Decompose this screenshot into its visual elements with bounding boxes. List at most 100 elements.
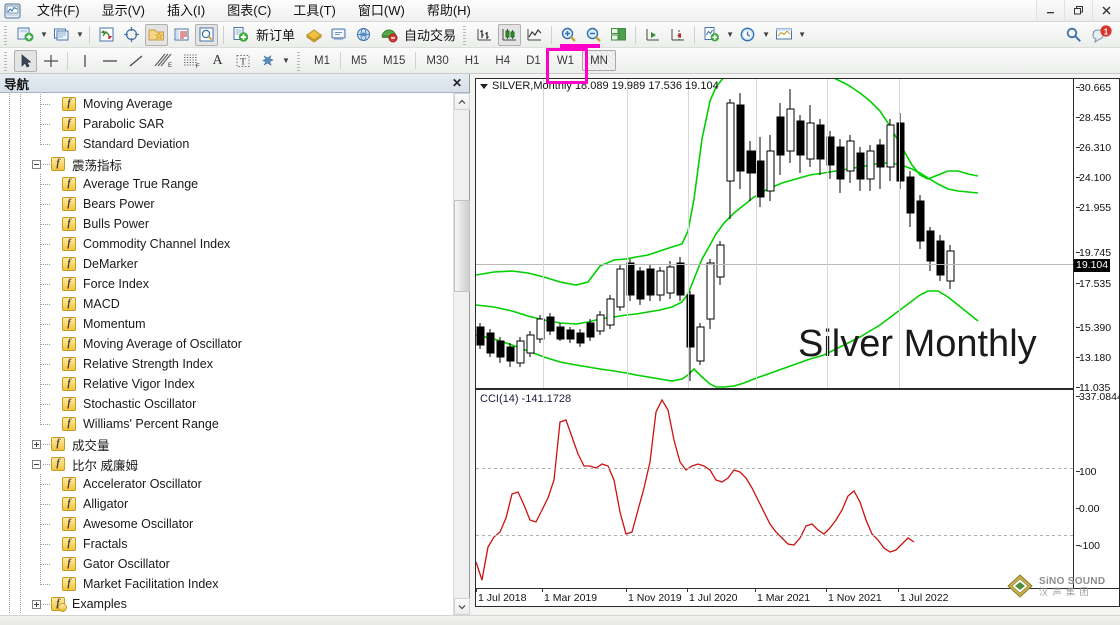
crosshair-icon[interactable]: [39, 50, 62, 72]
search-icon[interactable]: [1062, 24, 1086, 46]
trendline-icon[interactable]: [124, 50, 148, 72]
candlestick-chart-icon[interactable]: [498, 23, 522, 46]
nav-item-market-facilitation-index[interactable]: f Market Facilitation Index: [0, 574, 453, 594]
templates-icon[interactable]: [772, 24, 795, 46]
indicators-dropdown[interactable]: ▼: [724, 24, 735, 46]
strategy-tester-icon[interactable]: [195, 23, 218, 46]
timeframe-h1[interactable]: H1: [457, 50, 488, 71]
nav-item-awesome-oscillator[interactable]: f Awesome Oscillator: [0, 514, 453, 534]
toolbar-grip-3[interactable]: [3, 50, 10, 71]
nav-item-momentum[interactable]: f Momentum: [0, 314, 453, 334]
timeframe-m30[interactable]: M30: [418, 50, 456, 71]
timeframe-m1[interactable]: M1: [306, 50, 338, 71]
nav-item-moving-average[interactable]: f Moving Average: [0, 94, 453, 114]
periods-dropdown[interactable]: ▼: [760, 24, 771, 46]
menu-view[interactable]: 显示(V): [91, 1, 156, 21]
zoom-in-icon[interactable]: [557, 24, 580, 46]
pane-divider[interactable]: [476, 388, 1073, 390]
mql5-community-icon[interactable]: [352, 24, 375, 46]
nav-item-fractals[interactable]: f Fractals: [0, 534, 453, 554]
tree-collapse-toggle[interactable]: [32, 459, 41, 469]
navigator-close-icon[interactable]: ✕: [449, 76, 465, 91]
shapes-icon[interactable]: [256, 50, 279, 72]
horizontal-line-icon[interactable]: [98, 50, 122, 72]
nav-item-force-index[interactable]: f Force Index: [0, 274, 453, 294]
nav-item-stochastic-oscillator[interactable]: f Stochastic Oscillator: [0, 394, 453, 414]
menu-file[interactable]: 文件(F): [26, 1, 91, 21]
menu-insert[interactable]: 插入(I): [156, 1, 216, 21]
new-order-label[interactable]: 新订单: [256, 25, 295, 44]
menu-help[interactable]: 帮助(H): [416, 1, 482, 21]
minimize-button[interactable]: [1036, 0, 1064, 21]
auto-scroll-icon[interactable]: [641, 24, 664, 46]
timeframe-m5[interactable]: M5: [343, 50, 375, 71]
tile-windows-icon[interactable]: [607, 24, 630, 46]
autotrading-icon[interactable]: [377, 24, 400, 46]
profiles-icon[interactable]: [50, 24, 73, 46]
equidistant-channel-icon[interactable]: E: [150, 50, 176, 72]
timeframe-h4[interactable]: H4: [487, 50, 518, 71]
nav-item-moving-average-of-oscillator[interactable]: f Moving Average of Oscillator: [0, 334, 453, 354]
periods-icon[interactable]: [736, 24, 759, 46]
metaeditor-icon[interactable]: [302, 24, 325, 46]
toolbar-grip[interactable]: [3, 24, 10, 45]
navigator-icon[interactable]: [145, 23, 168, 46]
vertical-line-icon[interactable]: [73, 50, 96, 72]
terminal-icon[interactable]: [170, 24, 193, 46]
nav-item-relative-vigor-index[interactable]: f Relative Vigor Index: [0, 374, 453, 394]
timeframe-mn[interactable]: MN: [582, 50, 616, 71]
profiles-dropdown[interactable]: ▼: [74, 24, 85, 46]
close-button[interactable]: [1092, 0, 1120, 21]
scroll-up-button[interactable]: [454, 93, 470, 110]
price-axis[interactable]: 30.665 28.455 26.310 24.100 21.955 19.74…: [1073, 79, 1120, 606]
nav-item-average-true-range[interactable]: f Average True Range: [0, 174, 453, 194]
menu-window[interactable]: 窗口(W): [347, 1, 416, 21]
new-order-icon[interactable]: [229, 24, 252, 46]
indicators-icon[interactable]: [700, 24, 723, 46]
new-chart-dropdown[interactable]: ▼: [38, 24, 49, 46]
tree-expand-toggle[interactable]: [32, 439, 41, 449]
nav-item-bears-power[interactable]: f Bears Power: [0, 194, 453, 214]
nav-item-demarker[interactable]: f DeMarker: [0, 254, 453, 274]
zoom-out-icon[interactable]: [582, 24, 605, 46]
nav-item-commodity-channel-index[interactable]: f Commodity Channel Index: [0, 234, 453, 254]
chart-shift-icon[interactable]: [666, 24, 689, 46]
navigator-scrollbar[interactable]: [453, 93, 470, 615]
nav-item-relative-strength-index[interactable]: f Relative Strength Index: [0, 354, 453, 374]
scroll-down-button[interactable]: [454, 598, 470, 615]
tree-expand-toggle[interactable]: [32, 599, 41, 609]
fibonacci-retracement-icon[interactable]: F: [178, 50, 204, 72]
restore-button[interactable]: [1064, 0, 1092, 21]
alerts-icon[interactable]: 1: [1088, 24, 1114, 46]
bar-chart-icon[interactable]: [473, 24, 496, 46]
nav-item-parabolic-sar[interactable]: f Parabolic SAR: [0, 114, 453, 134]
cursor-icon[interactable]: [14, 49, 37, 72]
nav-item-alligator[interactable]: f Alligator: [0, 494, 453, 514]
nav-group-examples[interactable]: f Examples: [0, 594, 453, 614]
nav-item-bulls-power[interactable]: f Bulls Power: [0, 214, 453, 234]
autotrading-label[interactable]: 自动交易: [404, 25, 456, 44]
nav-item-standard-deviation[interactable]: f Standard Deviation: [0, 134, 453, 154]
chart-menu-caret-icon[interactable]: [480, 83, 488, 89]
nav-item-macd[interactable]: f MACD: [0, 294, 453, 314]
market-watch-icon[interactable]: [95, 24, 118, 46]
data-window-icon[interactable]: [120, 24, 143, 46]
metaquotes-language-icon[interactable]: [327, 24, 350, 46]
shapes-dropdown[interactable]: ▼: [280, 50, 291, 72]
nav-group-oscillators[interactable]: f 震荡指标: [0, 154, 453, 174]
nav-item-gator-oscillator[interactable]: f Gator Oscillator: [0, 554, 453, 574]
line-chart-icon[interactable]: [523, 24, 546, 46]
scrollbar-thumb[interactable]: [454, 200, 470, 292]
text-label-icon[interactable]: T: [231, 50, 254, 72]
menu-tools[interactable]: 工具(T): [282, 1, 347, 21]
nav-item-accelerator-oscillator[interactable]: f Accelerator Oscillator: [0, 474, 453, 494]
toolbar-grip-4[interactable]: [296, 50, 303, 71]
nav-group-volumes[interactable]: f 成交量: [0, 434, 453, 454]
nav-group-bill-williams[interactable]: f 比尔 威廉姆: [0, 454, 453, 474]
nav-item-williams-percent-range[interactable]: f Williams' Percent Range: [0, 414, 453, 434]
timeframe-d1[interactable]: D1: [518, 50, 549, 71]
toolbar-grip-2[interactable]: [462, 24, 470, 45]
timeframe-w1[interactable]: W1: [549, 50, 582, 71]
templates-dropdown[interactable]: ▼: [796, 24, 807, 46]
tree-collapse-toggle[interactable]: [32, 159, 41, 169]
